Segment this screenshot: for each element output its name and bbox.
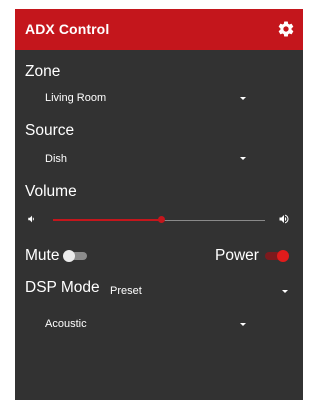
gear-icon[interactable] xyxy=(277,20,295,38)
chevron-down-icon xyxy=(240,157,246,160)
zone-selected-value: Living Room xyxy=(45,92,107,104)
chevron-down-icon xyxy=(282,290,288,293)
app-bar: ADX Control xyxy=(15,9,303,50)
dsp-mode-select[interactable]: Preset xyxy=(110,282,300,302)
dsp-preset-select[interactable]: Acoustic xyxy=(25,314,265,336)
zone-select[interactable]: Living Room xyxy=(25,87,265,109)
volume-slider[interactable] xyxy=(53,213,265,227)
dsp-mode-selected-value: Preset xyxy=(110,285,142,297)
source-selected-value: Dish xyxy=(45,153,68,165)
app-title: ADX Control xyxy=(25,21,110,37)
power-switch-thumb xyxy=(277,250,289,262)
volume-label: Volume xyxy=(25,183,77,200)
app-window: ADX Control Zone Living Room Source Dish… xyxy=(15,9,303,400)
dsp-preset-selected-value: Acoustic xyxy=(45,318,87,330)
volume-slider-thumb[interactable] xyxy=(158,216,165,223)
source-label: Source xyxy=(25,122,75,139)
volume-slider-fill xyxy=(53,219,161,221)
zone-label: Zone xyxy=(25,63,61,80)
power-switch[interactable] xyxy=(265,249,291,263)
dsp-mode-label: DSP Mode xyxy=(25,279,100,296)
source-select[interactable]: Dish xyxy=(25,148,265,170)
volume-down-icon[interactable] xyxy=(27,214,37,224)
volume-up-icon[interactable] xyxy=(278,213,290,225)
mute-switch[interactable] xyxy=(63,249,89,263)
power-label: Power xyxy=(215,247,259,264)
chevron-down-icon xyxy=(240,97,246,100)
mute-switch-thumb xyxy=(63,250,75,262)
mute-label: Mute xyxy=(25,247,60,264)
chevron-down-icon xyxy=(240,323,246,326)
